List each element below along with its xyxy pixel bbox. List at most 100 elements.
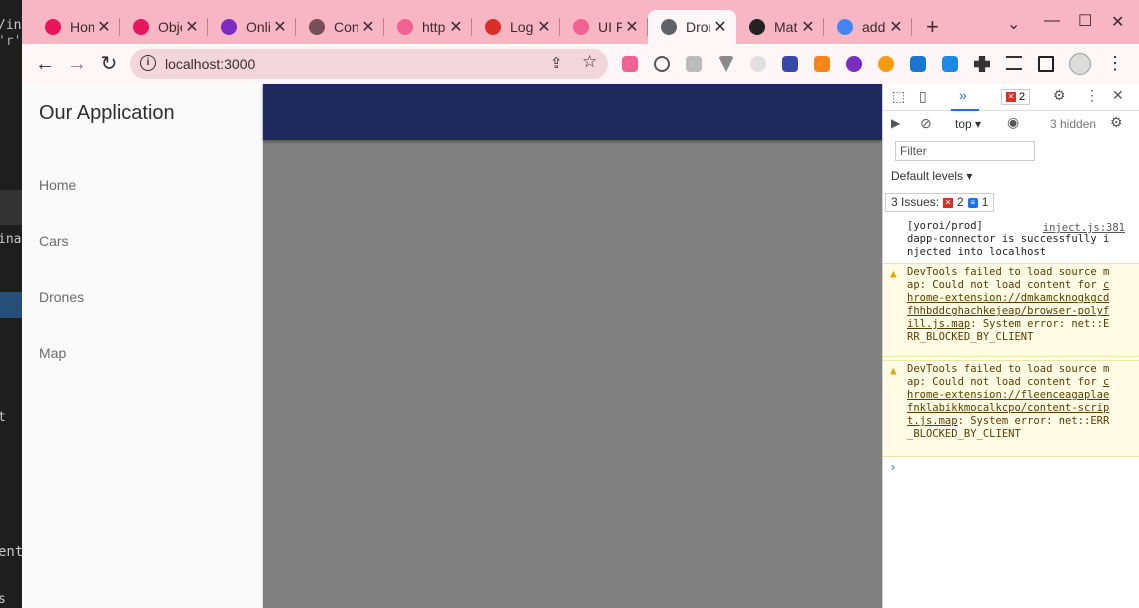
warning-text: DevTools failed to load source map: Coul… — [907, 266, 1110, 291]
browser-window: Hom✕Obje✕Onli✕Con✕http✕Logi✕UI F✕Dror✕Ma… — [22, 0, 1139, 608]
maximize-icon[interactable]: ☐ — [1078, 11, 1092, 31]
extensions-puzzle-icon[interactable] — [974, 56, 990, 72]
youtube-icon — [133, 19, 149, 35]
live-expression-eye-icon[interactable]: ◉ — [1007, 114, 1019, 131]
browser-tab[interactable]: Dror✕ — [648, 10, 736, 44]
browser-tab[interactable]: Logi ✕ — [472, 10, 560, 44]
issues-error-count: 2 — [957, 195, 964, 209]
editor-fragment: s — [0, 592, 6, 607]
info-message-icon: ≡ — [967, 197, 978, 208]
browser-tab[interactable]: Hom ✕ — [32, 10, 120, 44]
error-counter[interactable]: ✕ 2 — [1001, 89, 1031, 105]
share-icon[interactable]: ⇪ — [550, 54, 563, 72]
bolt-icon — [397, 19, 413, 35]
log-levels-select[interactable]: Default levels ▾ — [891, 169, 972, 183]
error-count: 2 — [1019, 91, 1026, 103]
tab-title: Hom — [70, 19, 94, 35]
url-text[interactable]: localhost:3000 — [165, 56, 255, 72]
error-icon: ✕ — [943, 197, 954, 208]
forward-icon[interactable]: → — [65, 52, 89, 76]
vue-devtools-icon[interactable] — [718, 56, 734, 72]
editor-panel — [0, 190, 22, 225]
hidden-count: 3 hidden — [1050, 117, 1097, 131]
bookmark-star-icon[interactable]: ☆ — [582, 52, 597, 72]
close-tab-icon[interactable]: ✕ — [446, 17, 466, 37]
mui-icon — [749, 19, 765, 35]
more-tabs-icon[interactable]: » — [959, 87, 967, 103]
context-value: top — [955, 117, 972, 131]
site-info-icon[interactable]: i — [140, 55, 156, 71]
browser-tab[interactable]: http ✕ — [384, 10, 472, 44]
context-select[interactable]: top ▾ — [955, 117, 981, 131]
console-warning: ▲ DevTools failed to load source map: Co… — [883, 263, 1139, 357]
close-tab-icon[interactable]: ✕ — [798, 17, 818, 37]
metamask-icon[interactable] — [814, 56, 830, 72]
devtools-menu-icon[interactable]: ⋮ — [1085, 87, 1099, 104]
log-levels-label: Default levels — [891, 169, 964, 183]
source-link[interactable]: inject.js:381 — [1043, 222, 1125, 235]
side-panel-icon[interactable] — [1038, 56, 1054, 72]
reload-icon[interactable]: ↻ — [97, 52, 121, 76]
filter-input[interactable]: Filter — [895, 141, 1035, 161]
tab-strip: Hom✕Obje✕Onli✕Con✕http✕Logi✕UI F✕Dror✕Ma… — [22, 0, 1139, 44]
extension-icon[interactable] — [878, 56, 894, 72]
close-tab-icon[interactable]: ✕ — [710, 17, 730, 37]
devtools-panel: ⬚ ▯ » ✕ 2 ⚙ ⋮ ✕ ▶ ⊘ top ▾ ◉ 3 hidden ⚙ F… — [882, 84, 1139, 608]
console-prompt-chevron-icon[interactable]: › — [891, 460, 895, 474]
console-toolbar: ▶ ⊘ top ▾ ◉ 3 hidden ⚙ — [883, 111, 1139, 137]
inspect-element-icon[interactable]: ⬚ — [892, 88, 905, 105]
sidebar-toggle-icon[interactable]: ▶ — [891, 116, 900, 130]
main-content — [263, 84, 882, 608]
extension-icon[interactable] — [782, 56, 798, 72]
back-icon[interactable]: ← — [33, 52, 57, 76]
tab-title: add — [862, 19, 886, 35]
close-tab-icon[interactable]: ✕ — [622, 17, 642, 37]
extension-icon[interactable] — [750, 56, 766, 72]
avatar[interactable] — [1069, 53, 1091, 75]
new-tab-button[interactable]: + — [926, 14, 939, 40]
close-tab-icon[interactable]: ✕ — [358, 17, 378, 37]
console-settings-gear-icon[interactable]: ⚙ — [1110, 114, 1123, 131]
close-tab-icon[interactable]: ✕ — [182, 17, 202, 37]
editor-fragment: 'r'r — [0, 34, 22, 49]
close-tab-icon[interactable]: ✕ — [886, 17, 906, 37]
close-tab-icon[interactable]: ✕ — [534, 17, 554, 37]
devtools-main-toolbar: ⬚ ▯ » ✕ 2 ⚙ ⋮ ✕ — [883, 84, 1139, 111]
editor-fragment: /in — [0, 18, 22, 33]
gmail-icon — [485, 19, 501, 35]
extension-icon[interactable] — [910, 56, 926, 72]
minimize-icon[interactable]: — — [1044, 12, 1060, 30]
google-icon — [837, 19, 853, 35]
browser-tab[interactable]: Mat ✕ — [736, 10, 824, 44]
issues-info-count: 1 — [981, 195, 989, 209]
media-control-icon[interactable] — [1006, 56, 1022, 70]
nav-item-map[interactable]: Map — [39, 345, 66, 361]
nav-item-home[interactable]: Home — [39, 177, 76, 193]
extension-icon[interactable] — [686, 56, 702, 72]
close-tab-icon[interactable]: ✕ — [94, 17, 114, 37]
browser-menu-icon[interactable]: ⋮ — [1106, 53, 1124, 74]
tab-title: Con — [334, 19, 358, 35]
address-bar[interactable]: i localhost:3000 ⇪ ☆ — [130, 49, 608, 79]
device-toolbar-icon[interactable]: ▯ — [919, 88, 927, 105]
close-devtools-icon[interactable]: ✕ — [1112, 87, 1124, 104]
nav-item-cars[interactable]: Cars — [39, 233, 69, 249]
browser-tab[interactable]: Onli ✕ — [208, 10, 296, 44]
close-tab-icon[interactable]: ✕ — [270, 17, 290, 37]
tab-console[interactable]: » — [951, 84, 979, 111]
browser-tab[interactable]: Obje✕ — [120, 10, 208, 44]
extension-icon[interactable] — [846, 56, 862, 72]
extension-icon[interactable] — [942, 56, 958, 72]
issues-button[interactable]: 3 Issues: ✕ 2 ≡ 1 — [885, 193, 995, 212]
nav-item-drones[interactable]: Drones — [39, 289, 84, 305]
extension-icon[interactable] — [654, 56, 670, 72]
tab-title: Onli — [246, 19, 270, 35]
tab-search-icon[interactable]: ⌄ — [1007, 14, 1020, 34]
browser-tab[interactable]: UI F ✕ — [560, 10, 648, 44]
browser-tab[interactable]: Con ✕ — [296, 10, 384, 44]
clear-console-icon[interactable]: ⊘ — [920, 115, 932, 132]
extension-icon[interactable] — [622, 56, 638, 72]
browser-tab[interactable]: add ✕ — [824, 10, 912, 44]
settings-gear-icon[interactable]: ⚙ — [1053, 87, 1066, 104]
close-window-icon[interactable]: ✕ — [1111, 12, 1124, 32]
